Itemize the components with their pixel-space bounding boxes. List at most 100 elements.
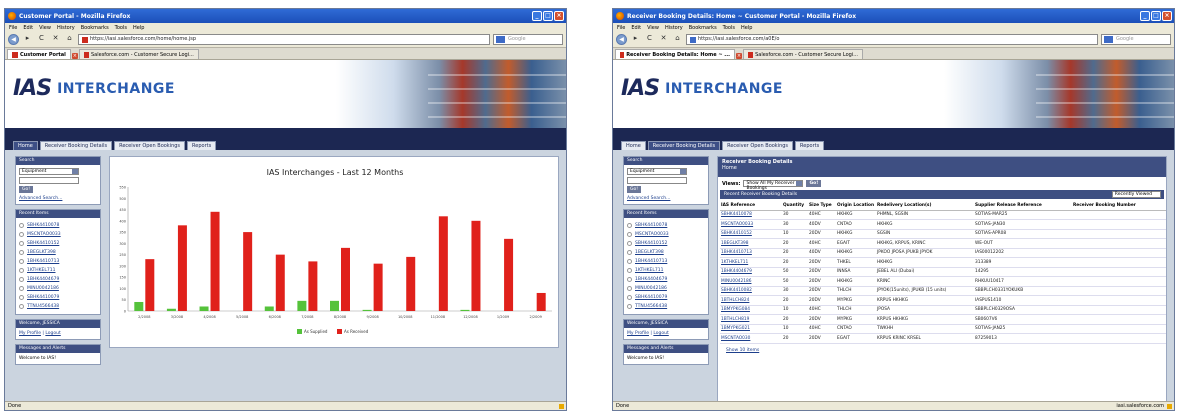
view-select[interactable]: Show All My Receiver Bookings bbox=[743, 180, 804, 191]
logout-link[interactable]: Logout bbox=[653, 331, 668, 336]
ias-reference-link[interactable]: 1BHK4404679 bbox=[720, 267, 782, 277]
recent-item[interactable]: SBHK4410152 bbox=[627, 239, 705, 248]
recent-item[interactable]: SBHK4410079 bbox=[627, 293, 705, 302]
minimize-button[interactable]: _ bbox=[532, 11, 542, 21]
tab-home[interactable]: Home bbox=[621, 141, 646, 150]
recent-item[interactable]: MSCNTAO0033 bbox=[627, 230, 705, 239]
recent-item[interactable]: SBHK4410078 bbox=[19, 221, 97, 230]
menu-bookmarks[interactable]: Bookmarks bbox=[81, 25, 109, 31]
menu-help[interactable]: Help bbox=[133, 25, 144, 31]
tab-close-icon[interactable]: × bbox=[71, 53, 78, 59]
menu-tools[interactable]: Tools bbox=[115, 25, 127, 31]
reload-icon[interactable]: C bbox=[36, 34, 47, 45]
recent-item[interactable]: 1BHK4404679 bbox=[627, 275, 705, 284]
advanced-search-link[interactable]: Advanced Search... bbox=[627, 196, 705, 201]
search-type-select[interactable]: Equipment bbox=[627, 168, 687, 175]
stop-icon[interactable]: ✕ bbox=[658, 34, 669, 45]
tab-close-icon[interactable]: × bbox=[736, 53, 742, 59]
home-icon[interactable]: ⌂ bbox=[64, 34, 75, 45]
ias-reference-link[interactable]: 1BMYPKG084 bbox=[720, 305, 782, 315]
ias-reference-link[interactable]: 1BHK4410713 bbox=[720, 248, 782, 258]
ias-reference-link[interactable]: SBHK4410082 bbox=[720, 286, 782, 296]
menu-history[interactable]: History bbox=[57, 25, 75, 31]
minimize-button[interactable]: _ bbox=[1140, 11, 1150, 21]
close-button[interactable]: × bbox=[554, 11, 564, 21]
recently-viewed-select[interactable]: Recently Viewed bbox=[1111, 191, 1161, 198]
recent-item[interactable]: SBHK4410152 bbox=[19, 239, 97, 248]
search-go-button[interactable]: Go! bbox=[19, 186, 34, 193]
recent-item[interactable]: TTNU4566438 bbox=[19, 302, 97, 311]
tab-home[interactable]: Home bbox=[13, 141, 38, 150]
column-header[interactable]: Supplier Release Reference bbox=[974, 201, 1072, 211]
search-box[interactable]: Google bbox=[493, 34, 563, 45]
maximize-button[interactable]: □ bbox=[1151, 11, 1161, 21]
tab-reports[interactable]: Reports bbox=[795, 141, 825, 150]
recent-item[interactable]: 1KTHKEL711 bbox=[627, 266, 705, 275]
recent-item[interactable]: MINU0042186 bbox=[627, 284, 705, 293]
menu-edit[interactable]: Edit bbox=[631, 25, 641, 31]
back-icon[interactable]: ◀ bbox=[616, 34, 627, 45]
recent-item[interactable]: SBHK4410078 bbox=[627, 221, 705, 230]
ias-reference-link[interactable]: 1BTHLCH819 bbox=[720, 314, 782, 325]
ias-reference-link[interactable]: MSCNTAO0033 bbox=[720, 219, 782, 230]
column-header[interactable]: Redelivery Location(s) bbox=[876, 201, 974, 211]
browser-tab-customer-portal[interactable]: Customer Portal bbox=[7, 49, 71, 59]
tab-receiver-open-bookings[interactable]: Receiver Open Bookings bbox=[114, 141, 186, 150]
column-header[interactable]: Receiver Booking Number bbox=[1072, 201, 1166, 211]
menu-file[interactable]: File bbox=[9, 25, 17, 31]
maximize-button[interactable]: □ bbox=[543, 11, 553, 21]
column-header[interactable]: Quantity bbox=[782, 201, 808, 211]
recent-item[interactable]: 1BHK4410713 bbox=[19, 257, 97, 266]
ias-reference-link[interactable]: SBHK4410078 bbox=[720, 210, 782, 220]
column-header[interactable]: Origin Location bbox=[836, 201, 876, 211]
menu-edit[interactable]: Edit bbox=[23, 25, 33, 31]
ias-reference-link[interactable]: MSCNTAO030 bbox=[720, 333, 782, 344]
recent-item[interactable]: MSCNTAO0033 bbox=[19, 230, 97, 239]
search-type-select[interactable]: Equipment bbox=[19, 168, 79, 175]
search-go-button[interactable]: Go! bbox=[627, 186, 642, 193]
recent-item[interactable]: 1BHK4410713 bbox=[627, 257, 705, 266]
search-box[interactable]: Google bbox=[1101, 34, 1171, 45]
column-header[interactable]: IAS Reference bbox=[720, 201, 782, 211]
menu-view[interactable]: View bbox=[647, 25, 659, 31]
search-input[interactable] bbox=[19, 177, 79, 184]
menu-history[interactable]: History bbox=[665, 25, 683, 31]
browser-tab-salesforce[interactable]: Salesforce.com - Customer Secure Logi... bbox=[78, 49, 199, 59]
advanced-search-link[interactable]: Advanced Search... bbox=[19, 196, 97, 201]
ias-reference-link[interactable]: 1KTHKEL711 bbox=[720, 257, 782, 268]
browser-tab-booking-details[interactable]: Receiver Booking Details: Home ~ ... bbox=[615, 49, 735, 59]
browser-tab-salesforce[interactable]: Salesforce.com - Customer Secure Logi... bbox=[743, 49, 863, 59]
forward-icon[interactable]: ▸ bbox=[22, 34, 33, 45]
view-go-button[interactable]: Go! bbox=[806, 180, 822, 187]
reload-icon[interactable]: C bbox=[644, 34, 655, 45]
home-icon[interactable]: ⌂ bbox=[672, 34, 683, 45]
ias-reference-link[interactable]: 1BEGLKT398 bbox=[720, 238, 782, 249]
show-more-link[interactable]: Show 10 items bbox=[718, 346, 1166, 355]
search-input[interactable] bbox=[627, 177, 687, 184]
recent-item[interactable]: 1BHK4404679 bbox=[19, 275, 97, 284]
logout-link[interactable]: Logout bbox=[45, 331, 60, 336]
close-button[interactable]: × bbox=[1162, 11, 1172, 21]
tab-receiver-booking-details[interactable]: Receiver Booking Details bbox=[647, 141, 721, 150]
column-header[interactable]: Size Type bbox=[808, 201, 836, 211]
stop-icon[interactable]: ✕ bbox=[50, 34, 61, 45]
recent-item[interactable]: SBHK4410079 bbox=[19, 293, 97, 302]
tab-receiver-booking-details[interactable]: Receiver Booking Details bbox=[39, 141, 113, 150]
ias-reference-link[interactable]: 1BTHLCH824 bbox=[720, 295, 782, 306]
recent-item[interactable]: MINU0042186 bbox=[19, 284, 97, 293]
back-icon[interactable]: ◀ bbox=[8, 34, 19, 45]
tab-receiver-open-bookings[interactable]: Receiver Open Bookings bbox=[722, 141, 794, 150]
menu-help[interactable]: Help bbox=[741, 25, 752, 31]
url-bar[interactable]: https://iasi.salesforce.com/home/home.js… bbox=[78, 34, 490, 45]
recent-item[interactable]: 1BEGLKT398 bbox=[19, 248, 97, 257]
ias-reference-link[interactable]: MINU0042186 bbox=[720, 276, 782, 287]
recent-item[interactable]: 1KTHKEL711 bbox=[19, 266, 97, 275]
recent-item[interactable]: 1BEGLKT398 bbox=[627, 248, 705, 257]
menu-bookmarks[interactable]: Bookmarks bbox=[689, 25, 717, 31]
ias-reference-link[interactable]: SBHK4410152 bbox=[720, 229, 782, 239]
ias-reference-link[interactable]: 1BMYPKG021 bbox=[720, 324, 782, 334]
recent-item[interactable]: TTNU4566438 bbox=[627, 302, 705, 311]
my-profile-link[interactable]: My Profile bbox=[19, 331, 41, 336]
menu-view[interactable]: View bbox=[39, 25, 51, 31]
tab-reports[interactable]: Reports bbox=[187, 141, 217, 150]
